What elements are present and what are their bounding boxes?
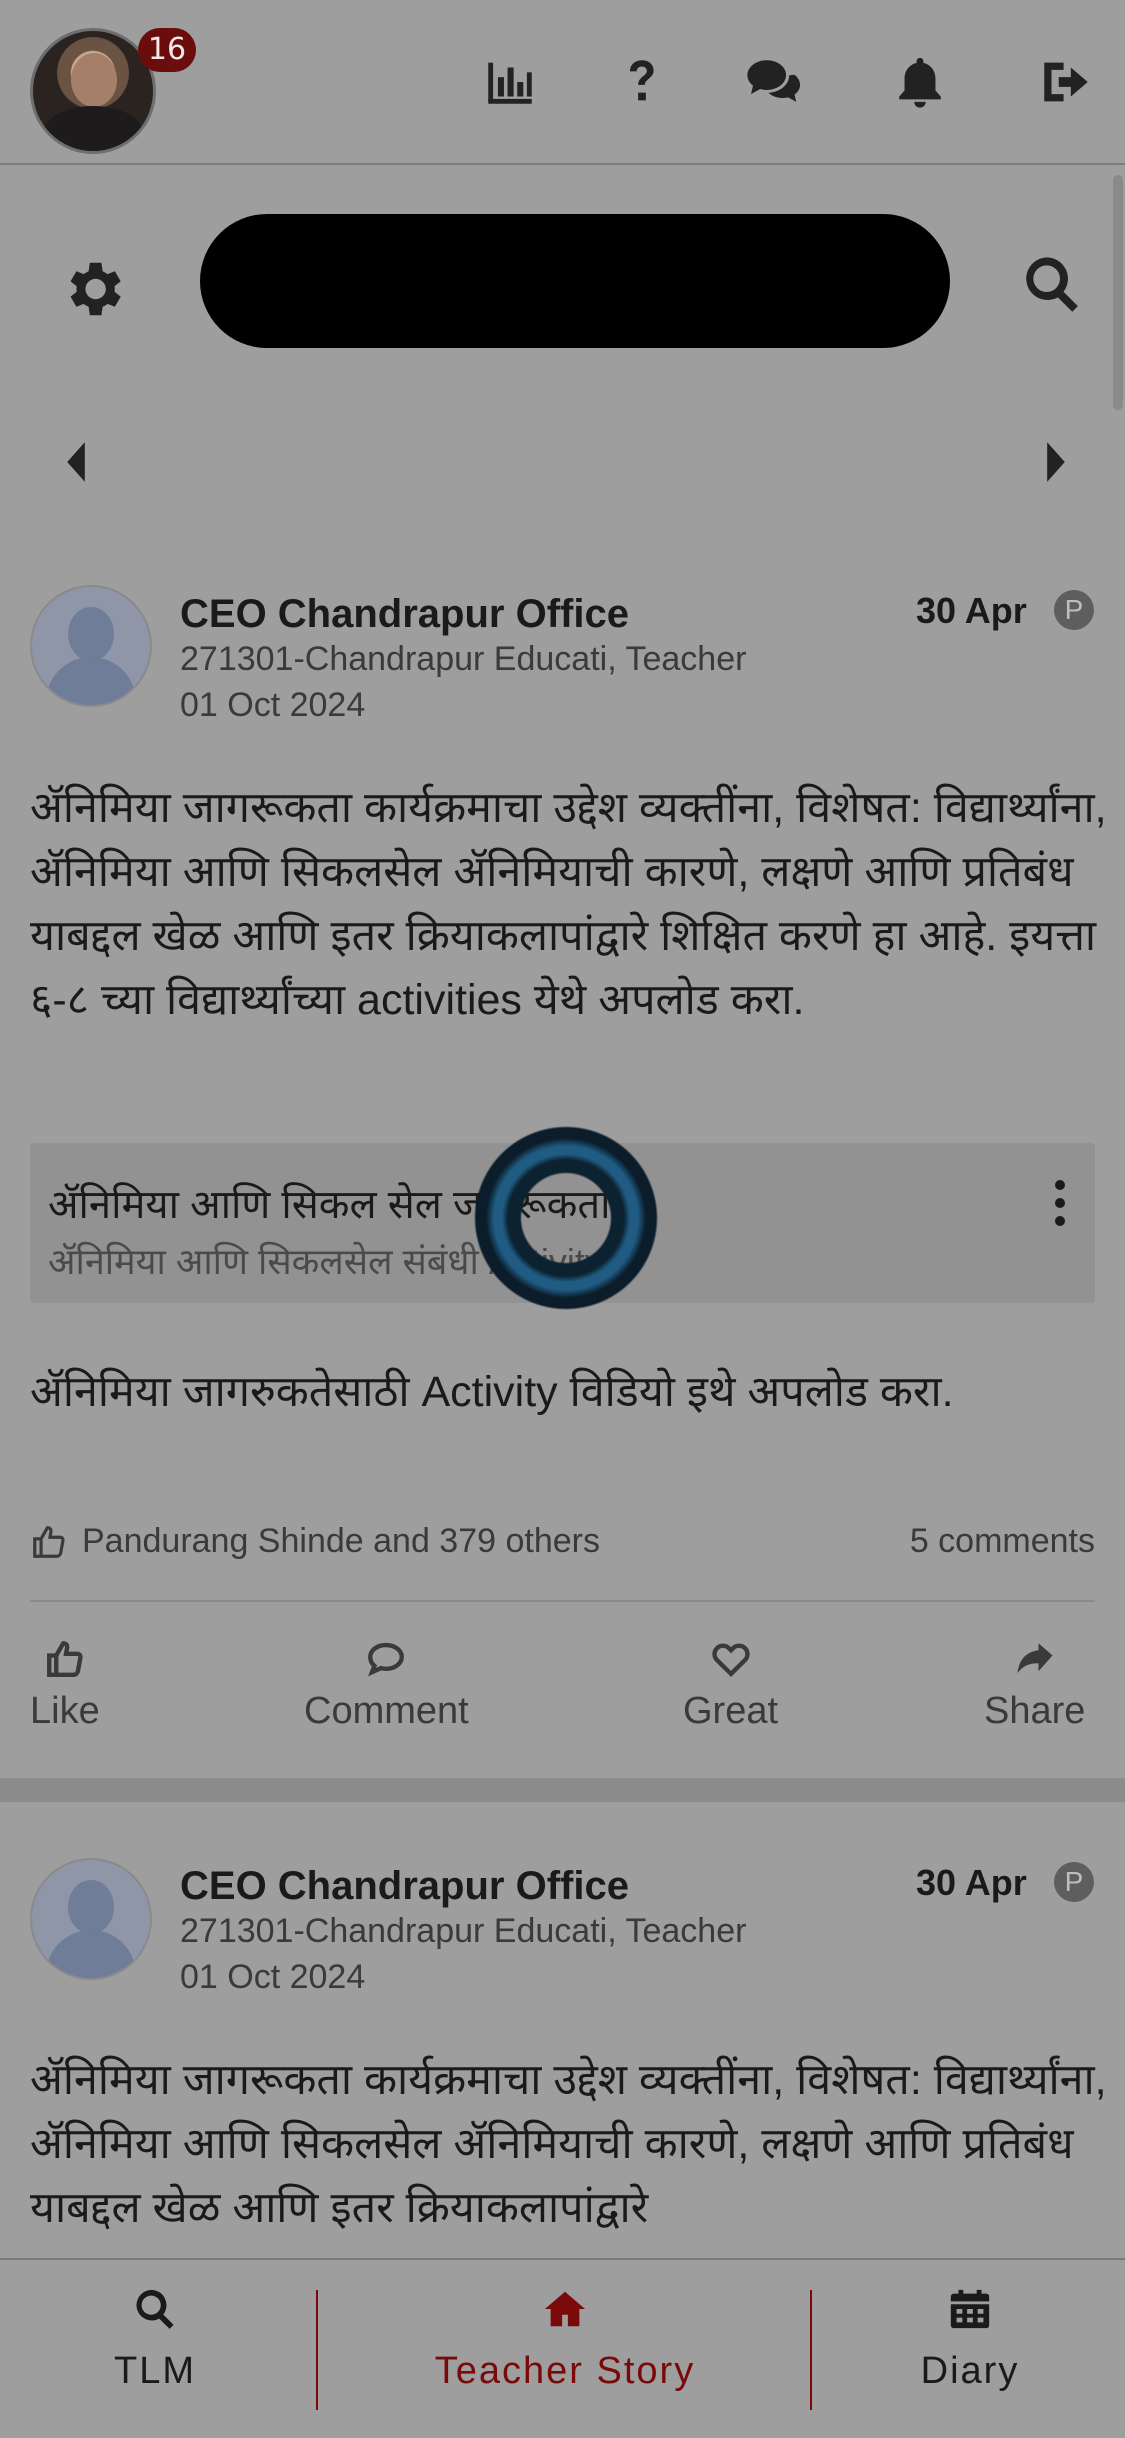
activity-note: ॲनिमिया जागरुकतेसाठी Activity विडियो इथे… bbox=[30, 1368, 954, 1416]
post-body-text: ॲनिमिया जागरूकता कार्यक्रमाचा उद्देश व्य… bbox=[30, 784, 1107, 1024]
thumbs-up-icon bbox=[33, 1525, 65, 1558]
post-date: 30 Apr bbox=[916, 1862, 1027, 1903]
calendar-icon bbox=[950, 2289, 990, 2329]
comments-count[interactable]: 5 comments bbox=[910, 1522, 1095, 1561]
search-icon bbox=[136, 2289, 174, 2329]
nav-divider bbox=[316, 2290, 318, 2410]
post-author-avatar[interactable] bbox=[30, 1858, 152, 1980]
post-author-avatar[interactable] bbox=[30, 585, 152, 707]
caret-left-icon[interactable] bbox=[56, 440, 96, 484]
nav-diary[interactable]: Diary bbox=[890, 2286, 1050, 2393]
great-label: Great bbox=[683, 1690, 779, 1732]
post-type-badge: P bbox=[1054, 1862, 1094, 1902]
comment-icon bbox=[368, 1642, 405, 1677]
share-icon bbox=[1017, 1643, 1053, 1673]
loading-spinner bbox=[468, 1120, 664, 1316]
scrollbar[interactable] bbox=[1113, 175, 1123, 410]
post-author-subtitle: 271301-Chandrapur Educati, Teacher bbox=[180, 640, 747, 678]
more-options-icon[interactable] bbox=[1050, 1180, 1070, 1230]
search-icon[interactable] bbox=[1020, 252, 1084, 316]
post-author-name[interactable]: CEO Chandrapur Office bbox=[180, 1864, 629, 1909]
post-type-badge: P bbox=[1054, 590, 1094, 630]
nav-tlm[interactable]: TLM bbox=[80, 2286, 230, 2393]
nav-teacher-story[interactable]: Teacher Story bbox=[400, 2286, 730, 2393]
share-button[interactable]: Share bbox=[984, 1638, 1085, 1733]
caret-right-icon[interactable] bbox=[1036, 440, 1076, 484]
post-author-subtitle: 271301-Chandrapur Educati, Teacher bbox=[180, 1912, 747, 1950]
comment-label: Comment bbox=[304, 1690, 469, 1732]
nav-label: TLM bbox=[114, 2350, 196, 2392]
like-label: Like bbox=[30, 1690, 100, 1732]
top-header bbox=[0, 0, 1125, 165]
post-separator bbox=[0, 1778, 1125, 1802]
logout-icon[interactable] bbox=[1036, 52, 1096, 112]
bar-chart-icon[interactable] bbox=[480, 52, 540, 112]
post-body-text: ॲनिमिया जागरूकता कार्यक्रमाचा उद्देश व्य… bbox=[30, 2056, 1107, 2232]
divider bbox=[30, 1600, 1095, 1602]
chat-icon[interactable] bbox=[744, 52, 804, 112]
share-label: Share bbox=[984, 1690, 1086, 1732]
post-author-name[interactable]: CEO Chandrapur Office bbox=[180, 592, 629, 637]
likes-text: Pandurang Shinde and 379 others bbox=[82, 1522, 600, 1560]
post-date: 30 Apr bbox=[916, 590, 1027, 631]
heart-icon bbox=[711, 1643, 750, 1677]
bell-icon[interactable] bbox=[890, 52, 950, 112]
post-posted-date: 01 Oct 2024 bbox=[180, 686, 366, 724]
gear-icon[interactable] bbox=[58, 254, 128, 324]
great-button[interactable]: Great bbox=[683, 1638, 778, 1733]
like-button[interactable]: Like bbox=[30, 1638, 100, 1733]
nav-label: Teacher Story bbox=[434, 2350, 696, 2392]
nav-divider bbox=[810, 2290, 812, 2410]
notification-count-badge: 16 bbox=[138, 28, 196, 72]
comment-button[interactable]: Comment bbox=[304, 1638, 469, 1733]
profile-avatar[interactable] bbox=[30, 28, 156, 154]
likes-summary[interactable]: Pandurang Shinde and 379 others bbox=[30, 1522, 600, 1561]
home-icon bbox=[544, 2291, 586, 2327]
thumbs-up-icon bbox=[46, 1641, 83, 1677]
help-icon[interactable] bbox=[612, 52, 672, 112]
search-bar-redacted[interactable] bbox=[200, 214, 950, 348]
post-posted-date: 01 Oct 2024 bbox=[180, 1958, 366, 1996]
nav-label: Diary bbox=[920, 2350, 1020, 2392]
